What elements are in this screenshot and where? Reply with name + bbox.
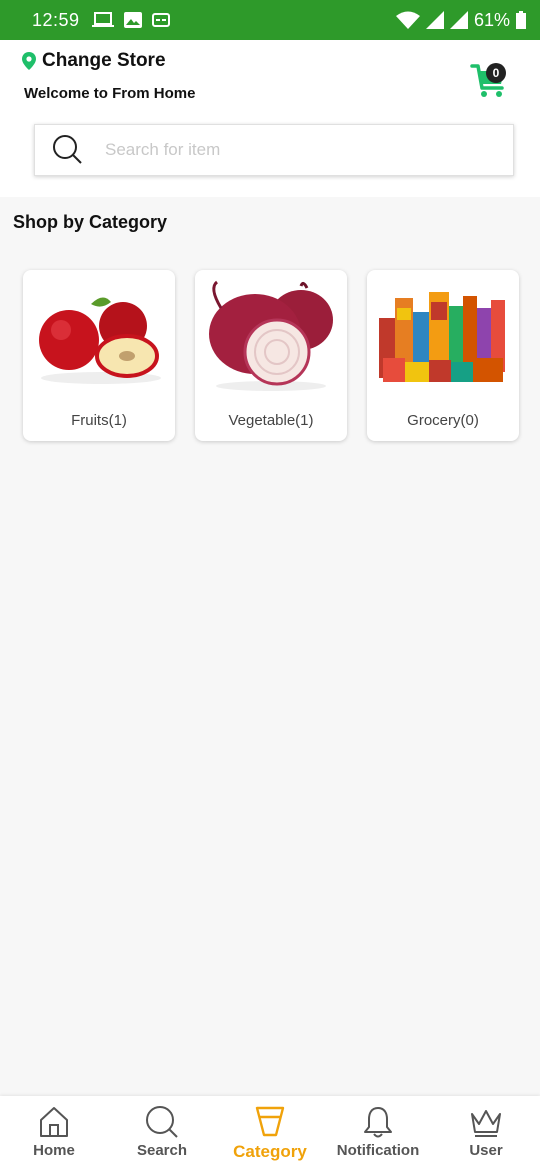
search-icon [53,135,82,164]
search-input[interactable] [105,140,465,160]
location-pin-icon [22,52,36,70]
battery-icon [516,11,526,29]
search-icon [146,1106,178,1138]
home-icon [40,1107,68,1137]
status-time: 12:59 [32,9,80,30]
cart-count-badge: 0 [486,63,506,83]
app-header: Change Store Welcome to From Home 0 [0,40,540,197]
nav-home[interactable]: Home [0,1096,108,1170]
category-icon [255,1106,285,1137]
nav-label-user: User [469,1142,503,1159]
image-icon [123,12,142,28]
category-card-grocery[interactable]: Grocery(0) [367,270,519,441]
status-bar: 12:59 61% [0,0,540,40]
section-title: Shop by Category [13,212,168,232]
nav-label-search: Search [136,1142,188,1159]
category-grid: Fruits(1) Vegetable(1) Grocery(0) [23,270,519,441]
welcome-text: Welcome to From Home [24,85,196,102]
nav-label-category: Category [233,1142,307,1161]
grocery-products-image [379,292,505,382]
category-label: Fruits(1) [71,412,127,429]
apples-image [39,297,161,384]
nav-user[interactable]: User [432,1096,540,1170]
bell-icon [364,1107,392,1138]
bottom-navigation: Home Search Category Notification User [0,1096,540,1170]
cart-button[interactable]: 0 [470,60,508,100]
nav-label-notification: Notification [336,1142,420,1159]
wifi-icon [395,11,420,29]
signal-icon-2 [449,11,468,29]
category-label: Grocery(0) [407,412,479,429]
category-card-fruits[interactable]: Fruits(1) [23,270,175,441]
store-label: Change Store [42,50,166,71]
crown-icon [471,1110,501,1137]
category-label: Vegetable(1) [228,412,314,429]
nav-category[interactable]: Category [216,1096,324,1170]
caption-icon [151,13,170,27]
nav-search[interactable]: Search [108,1096,216,1170]
signal-icon [425,11,444,29]
change-store-link[interactable]: Change Store [22,50,166,72]
onion-image [209,280,333,391]
category-card-vegetable[interactable]: Vegetable(1) [195,270,347,441]
nav-label-home: Home [33,1142,75,1159]
search-bar[interactable] [34,124,514,176]
laptop-icon [91,12,114,27]
battery-percent: 61% [473,9,510,30]
nav-notification[interactable]: Notification [324,1096,432,1170]
